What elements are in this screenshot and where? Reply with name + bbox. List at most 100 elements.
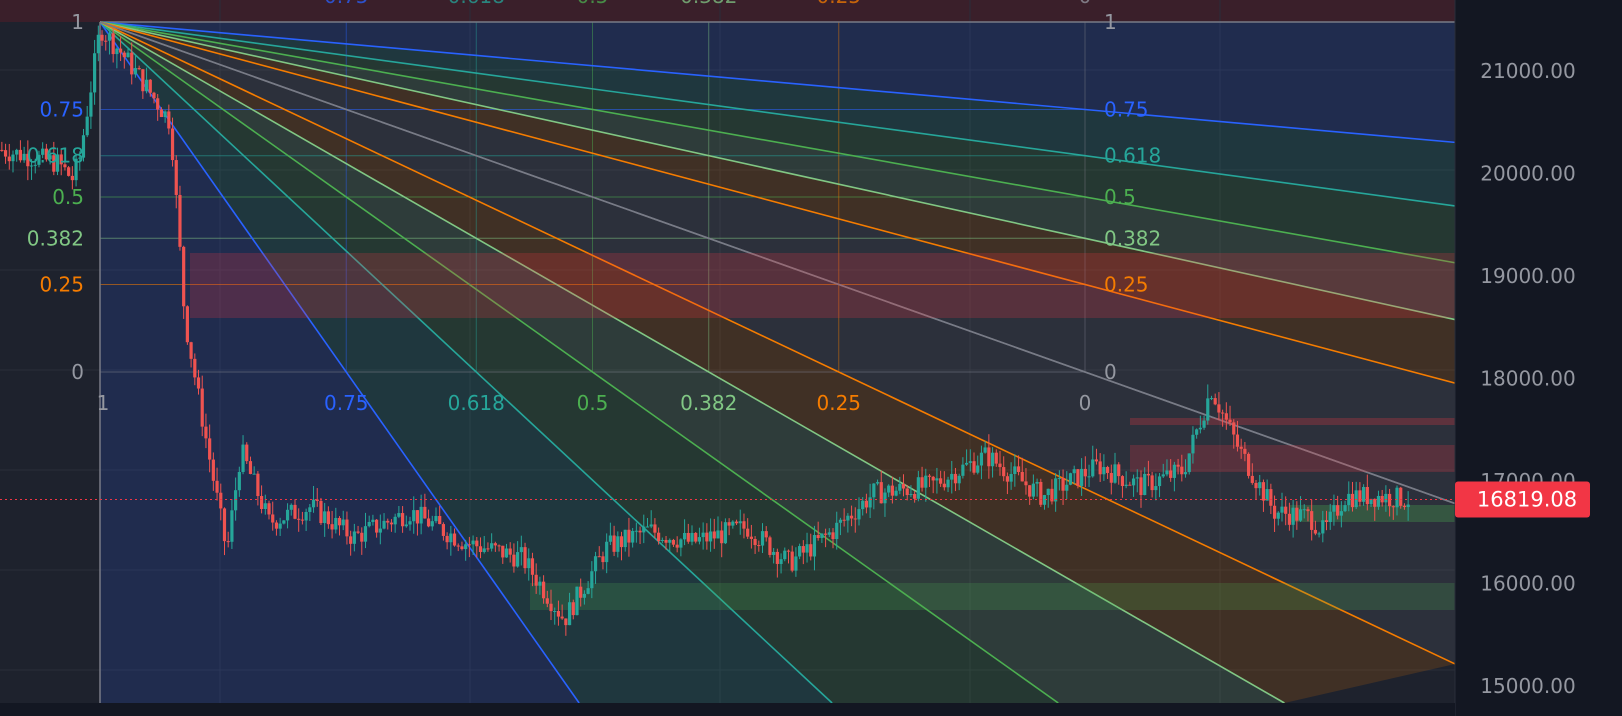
candle-body xyxy=(946,479,950,488)
candle-body xyxy=(887,485,891,493)
candle-body xyxy=(508,548,512,555)
candle-body xyxy=(1265,489,1269,501)
candle-body xyxy=(308,507,312,512)
candle-body xyxy=(1102,467,1106,475)
candle-body xyxy=(1195,429,1199,435)
candle-body xyxy=(523,547,527,569)
candle-body xyxy=(1150,475,1154,491)
candle-body xyxy=(96,34,100,54)
price-axis[interactable] xyxy=(1455,0,1622,716)
candle-body xyxy=(660,539,664,541)
candle-body xyxy=(608,535,612,542)
candle-body xyxy=(1128,484,1132,486)
fan-label-left: 0.25 xyxy=(39,273,84,297)
fan-label-bottom: 0.5 xyxy=(577,391,609,415)
candle-body xyxy=(185,306,189,343)
candle-body xyxy=(516,552,520,567)
candle-body xyxy=(182,246,186,307)
candle-body xyxy=(170,128,175,161)
candle-body xyxy=(564,618,568,626)
candle-body xyxy=(449,533,453,543)
candle-body xyxy=(1146,473,1151,476)
candle-body xyxy=(349,536,353,544)
candle-body xyxy=(1080,468,1084,486)
candle-body xyxy=(638,530,642,533)
candle-body xyxy=(879,482,883,504)
candle-body xyxy=(300,519,305,521)
candle-body xyxy=(690,532,694,542)
candle-body xyxy=(823,533,828,535)
fan-label-right: 0.382 xyxy=(1104,226,1161,250)
candle-body xyxy=(890,485,894,496)
candle-body xyxy=(657,532,661,541)
candle-body xyxy=(990,452,995,467)
candle-body xyxy=(571,602,575,616)
candle-body xyxy=(1321,520,1325,534)
candle-body xyxy=(872,483,876,498)
candle-body xyxy=(601,556,605,563)
candle-body xyxy=(827,532,831,535)
candle-body xyxy=(452,533,457,546)
candle-body xyxy=(634,530,638,532)
candle-body xyxy=(534,574,538,586)
candle-body xyxy=(475,540,479,547)
candle-body xyxy=(252,473,256,475)
candle-body xyxy=(1302,509,1306,511)
candle-body xyxy=(1072,469,1076,474)
candle-body xyxy=(378,528,382,533)
candle-body xyxy=(115,48,119,55)
candle-body xyxy=(256,473,260,497)
fan-label-right: 1 xyxy=(1104,10,1117,34)
candle-body xyxy=(1291,507,1295,525)
candle-body xyxy=(337,517,342,526)
candle-body xyxy=(1031,483,1035,497)
candle-body xyxy=(126,52,130,58)
candle-body xyxy=(1246,453,1251,476)
candle-body xyxy=(107,33,112,41)
candle-body xyxy=(174,160,178,195)
fan-label-bottom: 0.25 xyxy=(816,391,861,415)
candle-body xyxy=(593,556,598,572)
candle-body xyxy=(746,528,750,537)
candle-body xyxy=(1139,477,1143,496)
price-tick-label: 21000.00 xyxy=(1480,59,1575,83)
candle-body xyxy=(749,536,753,539)
candle-body xyxy=(556,610,561,617)
candle-body xyxy=(478,546,483,552)
candle-body xyxy=(1209,398,1214,400)
fib-fan-chart[interactable]: 10.750.6180.50.3820.25010.750.6180.50.38… xyxy=(0,0,1622,716)
candle-body xyxy=(148,79,152,93)
candle-body xyxy=(983,447,987,453)
candle-body xyxy=(1039,481,1043,505)
candle-body xyxy=(1280,506,1284,513)
candle-body xyxy=(282,520,286,524)
candle-body xyxy=(441,524,446,536)
candle-body xyxy=(901,483,906,489)
candle-body xyxy=(490,543,494,549)
candle-body xyxy=(1232,422,1236,435)
candle-body xyxy=(208,438,212,460)
candle-body xyxy=(653,524,657,533)
candle-body xyxy=(3,150,8,157)
candle-body xyxy=(493,543,497,546)
zone xyxy=(530,583,1455,610)
candle-body xyxy=(464,544,468,550)
candle-body xyxy=(426,518,431,527)
fan-label-left: 0.382 xyxy=(27,226,84,250)
candle-body xyxy=(519,547,523,553)
candle-body xyxy=(219,492,223,509)
candle-body xyxy=(360,532,364,542)
candle-body xyxy=(838,519,843,523)
candle-body xyxy=(397,513,401,517)
candle-body xyxy=(371,519,375,522)
candle-body xyxy=(671,539,676,545)
time-axis[interactable] xyxy=(0,703,1455,716)
candle-body xyxy=(753,538,757,546)
last-price-label: 16819.08 xyxy=(1477,488,1577,512)
candle-body xyxy=(1347,493,1351,506)
candle-body xyxy=(274,522,279,529)
candle-body xyxy=(809,544,813,557)
candle-body xyxy=(723,522,728,544)
candle-body xyxy=(501,545,505,558)
candle-body xyxy=(1228,419,1232,423)
